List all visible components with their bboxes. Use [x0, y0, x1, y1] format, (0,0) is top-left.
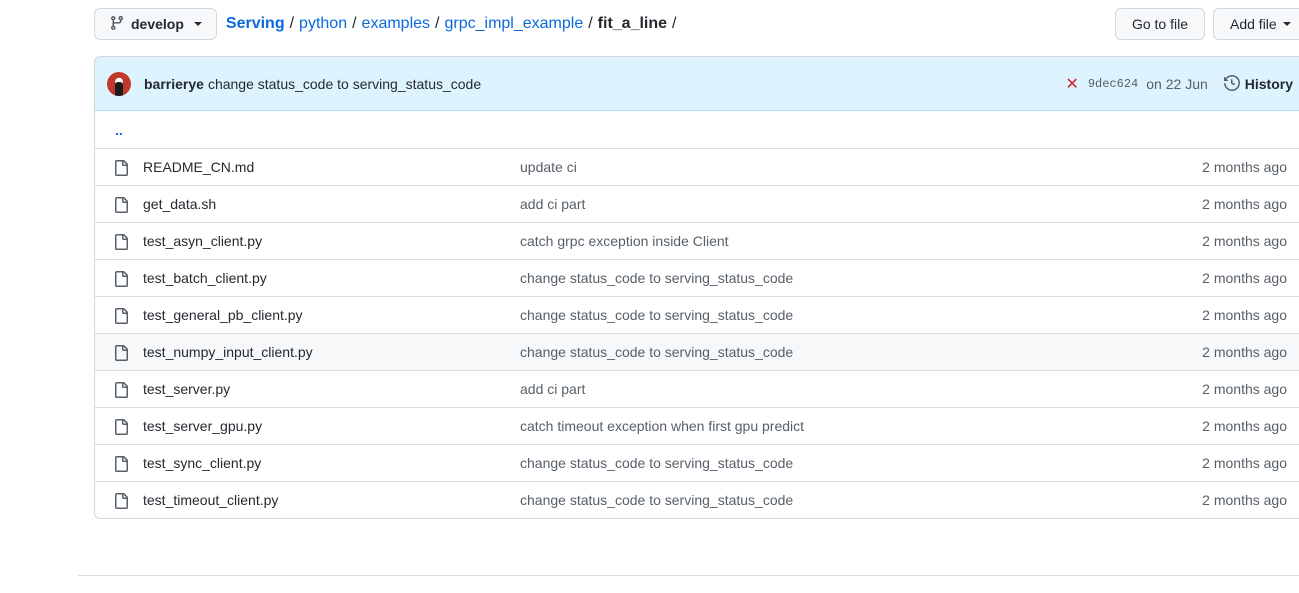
file-name-link[interactable]: get_data.sh	[143, 196, 216, 212]
file-commit-message-link[interactable]: change status_code to serving_status_cod…	[520, 270, 793, 286]
commit-sha[interactable]: 9dec624	[1088, 77, 1138, 91]
file-name-link[interactable]: test_server_gpu.py	[143, 418, 262, 434]
go-to-file-button[interactable]: Go to file	[1114, 8, 1205, 40]
file-commit-message-link[interactable]: add ci part	[520, 196, 585, 212]
commit-message[interactable]: change status_code to serving_status_cod…	[208, 76, 481, 92]
file-icon	[113, 456, 129, 472]
file-icon	[113, 197, 129, 213]
file-name-link[interactable]: test_batch_client.py	[143, 270, 267, 286]
file-name-link[interactable]: test_general_pb_client.py	[143, 307, 303, 323]
breadcrumb-separator: /	[352, 15, 357, 32]
file-icon	[113, 493, 129, 509]
file-commit-age: 2 months ago	[1202, 307, 1287, 323]
file-icon	[113, 345, 129, 361]
file-row[interactable]: test_batch_client.py change status_code t…	[95, 259, 1299, 296]
avatar[interactable]	[107, 71, 131, 96]
breadcrumb-separator: /	[588, 15, 593, 32]
breadcrumb: Serving / python / examples / grpc_impl_…	[226, 15, 682, 33]
file-row[interactable]: test_timeout_client.py change status_code…	[95, 481, 1299, 518]
file-commit-age: 2 months ago	[1202, 233, 1287, 249]
file-commit-age: 2 months ago	[1202, 159, 1287, 175]
history-label: History	[1244, 76, 1293, 92]
file-commit-age: 2 months ago	[1202, 455, 1287, 471]
file-commit-message-link[interactable]: add ci part	[520, 381, 585, 397]
file-icon	[113, 160, 129, 176]
divider	[78, 575, 1299, 576]
commit-date: on 22 Jun	[1146, 76, 1208, 92]
status-failed-icon[interactable]: ✕	[1065, 74, 1078, 94]
file-row[interactable]: test_sync_client.py change status_code to…	[95, 444, 1299, 481]
chevron-down-icon	[1282, 22, 1291, 26]
file-commit-age: 2 months ago	[1202, 344, 1287, 360]
git-branch-icon	[109, 15, 125, 34]
file-icon	[113, 234, 129, 250]
file-commit-message-link[interactable]: change status_code to serving_status_cod…	[520, 492, 793, 508]
breadcrumb-link-examples[interactable]: examples	[362, 15, 430, 33]
file-row[interactable]: get_data.sh add ci part 2 months ago	[95, 185, 1299, 222]
breadcrumb-separator: /	[672, 15, 677, 32]
file-commit-age: 2 months ago	[1202, 418, 1287, 434]
file-name-link[interactable]: README_CN.md	[143, 159, 254, 175]
file-commit-message-link[interactable]: change status_code to serving_status_cod…	[520, 344, 793, 360]
file-commit-message-link[interactable]: update ci	[520, 159, 577, 175]
file-commit-age: 2 months ago	[1202, 381, 1287, 397]
breadcrumb-link-python[interactable]: python	[299, 15, 347, 33]
file-name-link[interactable]: test_numpy_input_client.py	[143, 344, 313, 360]
file-navigation: develop Serving / python / examples / gr…	[94, 8, 1299, 40]
commit-author[interactable]: barrierye	[144, 76, 204, 92]
file-commit-message-link[interactable]: catch grpc exception inside Client	[520, 233, 729, 249]
file-icon	[113, 271, 129, 287]
file-name-link[interactable]: test_timeout_client.py	[143, 492, 278, 508]
add-file-label: Add file	[1230, 16, 1277, 32]
file-row[interactable]: test_asyn_client.py catch grpc exception …	[95, 222, 1299, 259]
breadcrumb-separator: /	[435, 15, 440, 32]
latest-commit-bar: barrierye change status_code to serving_…	[95, 57, 1299, 111]
breadcrumb-repo-link[interactable]: Serving	[226, 15, 285, 33]
file-list-box: barrierye change status_code to serving_…	[94, 56, 1299, 519]
file-row[interactable]: test_server_gpu.py catch timeout exceptio…	[95, 407, 1299, 444]
file-commit-message-link[interactable]: change status_code to serving_status_cod…	[520, 307, 793, 323]
file-row[interactable]: test_server.py add ci part 2 months ago	[95, 370, 1299, 407]
file-row[interactable]: README_CN.md update ci 2 months ago	[95, 148, 1299, 185]
file-row[interactable]: test_numpy_input_client.py change status_…	[95, 333, 1299, 370]
breadcrumb-link-grpc-impl-example[interactable]: grpc_impl_example	[444, 15, 583, 33]
file-name-link[interactable]: test_server.py	[143, 381, 230, 397]
parent-directory-link[interactable]: ..	[95, 122, 123, 138]
file-icon	[113, 419, 129, 435]
branch-select-button[interactable]: develop	[94, 8, 217, 40]
branch-name: develop	[131, 16, 184, 32]
chevron-down-icon	[193, 22, 202, 26]
file-commit-message-link[interactable]: catch timeout exception when first gpu p…	[520, 418, 804, 434]
file-commit-age: 2 months ago	[1202, 492, 1287, 508]
file-commit-message-link[interactable]: change status_code to serving_status_cod…	[520, 455, 793, 471]
commit-meta: ✕ 9dec624 on 22 Jun History	[1065, 57, 1293, 111]
file-rows: README_CN.md update ci 2 months ago get_dat…	[95, 148, 1299, 518]
file-name-link[interactable]: test_asyn_client.py	[143, 233, 262, 249]
history-link[interactable]: History	[1223, 74, 1293, 94]
breadcrumb-separator: /	[289, 15, 295, 32]
breadcrumb-current: fit_a_line	[597, 15, 668, 32]
add-file-button[interactable]: Add file	[1213, 8, 1299, 40]
file-row[interactable]: test_general_pb_client.py change status_c…	[95, 296, 1299, 333]
file-commit-age: 2 months ago	[1202, 270, 1287, 286]
file-commit-age: 2 months ago	[1202, 196, 1287, 212]
file-name-link[interactable]: test_sync_client.py	[143, 455, 261, 471]
file-icon	[113, 382, 129, 398]
parent-directory-row[interactable]: ..	[95, 111, 1299, 148]
history-icon	[1223, 74, 1240, 94]
file-icon	[113, 308, 129, 324]
top-actions: Go to file Add file	[1114, 8, 1299, 40]
